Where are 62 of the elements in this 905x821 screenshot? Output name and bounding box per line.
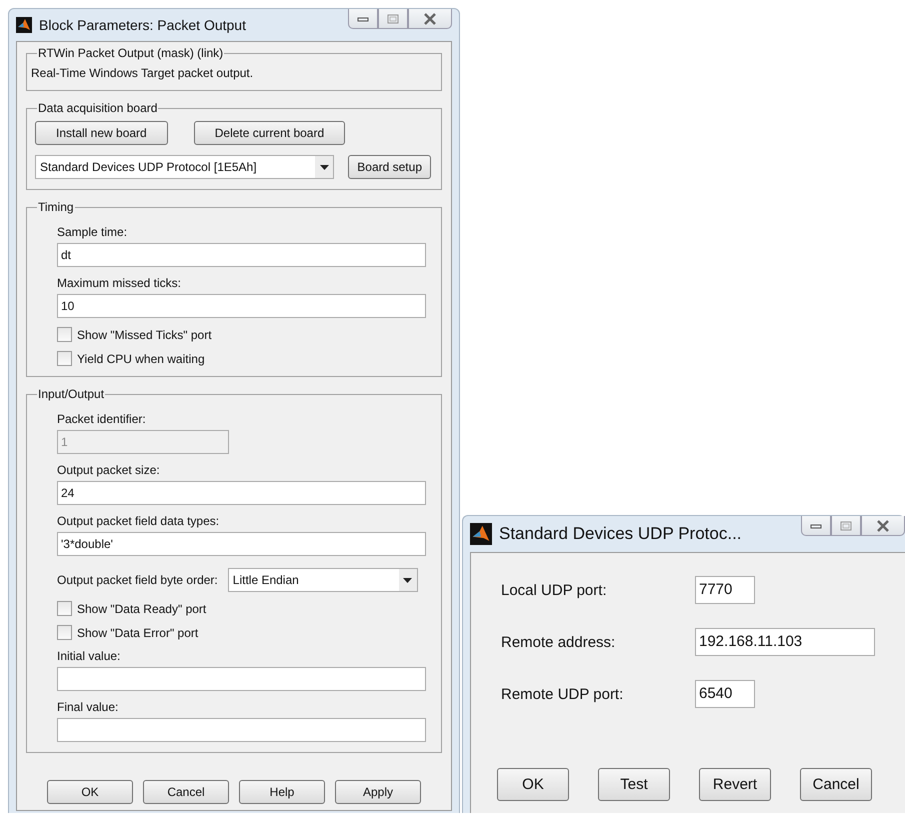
checkbox[interactable] bbox=[57, 601, 72, 616]
dialog-button[interactable]: Test bbox=[598, 768, 670, 801]
field-label: Remote address: bbox=[501, 634, 616, 650]
board-button[interactable]: Install new board bbox=[35, 121, 168, 145]
app-icon bbox=[470, 523, 492, 545]
dropdown-arrow-icon bbox=[320, 164, 329, 170]
dialog-button[interactable]: OK bbox=[497, 768, 569, 801]
byte-order-dropdown[interactable]: Little Endian bbox=[228, 568, 418, 592]
checkbox[interactable] bbox=[57, 327, 72, 342]
checkbox[interactable] bbox=[57, 351, 72, 366]
checkbox-label: Show "Missed Ticks" port bbox=[77, 328, 212, 342]
close-button[interactable] bbox=[861, 516, 905, 536]
window-title: Standard Devices UDP Protoc... bbox=[499, 524, 743, 544]
minimize-button[interactable] bbox=[348, 9, 378, 29]
board-dropdown[interactable]: Standard Devices UDP Protocol [1E5Ah] bbox=[35, 155, 334, 179]
input-field[interactable]: 192.168.11.103 bbox=[695, 628, 875, 656]
close-icon bbox=[423, 12, 437, 24]
close-icon bbox=[876, 520, 890, 532]
maximize-icon bbox=[840, 520, 852, 530]
description-text: Real-Time Windows Target packet output. bbox=[31, 66, 254, 80]
minimize-button[interactable] bbox=[801, 516, 831, 536]
field-label: Maximum missed ticks: bbox=[57, 276, 182, 290]
group-title: Input/Output bbox=[37, 387, 106, 401]
checkbox-label: Yield CPU when waiting bbox=[77, 352, 205, 366]
checkbox-label: Show "Data Ready" port bbox=[77, 602, 206, 616]
board-button[interactable]: Delete current board bbox=[194, 121, 346, 145]
group-title: RTWin Packet Output (mask) (link) bbox=[37, 46, 224, 60]
field-label: Output packet size: bbox=[57, 463, 161, 477]
window-title: Block Parameters: Packet Output bbox=[39, 17, 247, 33]
dialog-button[interactable]: Cancel bbox=[800, 768, 872, 801]
field-label: Sample time: bbox=[57, 225, 128, 239]
dialog-button[interactable]: Apply bbox=[335, 780, 421, 804]
dialog-button[interactable]: Revert bbox=[699, 768, 771, 801]
group-title: Data acquisition board bbox=[37, 101, 158, 115]
checkbox-label: Show "Data Error" port bbox=[77, 626, 198, 640]
input-field[interactable] bbox=[57, 718, 426, 742]
field-label: Output packet field byte order: bbox=[57, 573, 218, 587]
dialog-button[interactable]: Cancel bbox=[143, 780, 229, 804]
dropdown-arrow-icon bbox=[403, 578, 412, 582]
checkbox[interactable] bbox=[57, 625, 72, 640]
close-button[interactable] bbox=[408, 9, 452, 29]
minimize-icon bbox=[357, 14, 369, 22]
input-field[interactable]: 10 bbox=[57, 294, 426, 318]
input-field[interactable]: dt bbox=[57, 243, 426, 267]
dialog-button[interactable]: OK bbox=[47, 780, 133, 804]
input-field[interactable] bbox=[57, 667, 426, 691]
field-label: Packet identifier: bbox=[57, 412, 147, 426]
input-field[interactable]: 7770 bbox=[695, 576, 755, 604]
field-label: Local UDP port: bbox=[501, 582, 608, 598]
input-field[interactable]: 24 bbox=[57, 481, 426, 505]
group-title: Timing bbox=[37, 200, 75, 214]
dialog-button[interactable]: Help bbox=[239, 780, 325, 804]
input-field[interactable]: '3*double' bbox=[57, 532, 426, 556]
minimize-icon bbox=[810, 522, 822, 530]
input-field[interactable]: 6540 bbox=[695, 680, 755, 708]
board-setup-button[interactable]: Board setup bbox=[348, 155, 431, 179]
app-icon bbox=[16, 17, 32, 33]
field-label: Remote UDP port: bbox=[501, 686, 624, 702]
field-label: Final value: bbox=[57, 700, 120, 714]
maximize-icon bbox=[387, 14, 399, 24]
field-label: Output packet field data types: bbox=[57, 514, 220, 528]
field-label: Initial value: bbox=[57, 649, 122, 663]
